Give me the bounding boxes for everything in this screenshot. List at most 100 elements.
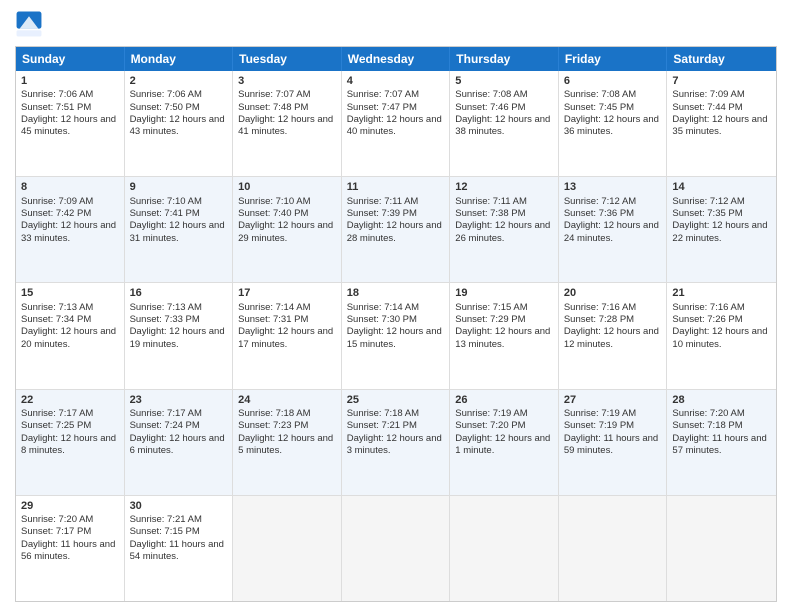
sunrise-label: Sunrise: 7:14 AM (238, 302, 310, 313)
sunset-label: Sunset: 7:24 PM (130, 420, 200, 431)
calendar-cell: 2 Sunrise: 7:06 AM Sunset: 7:50 PM Dayli… (125, 71, 234, 176)
daylight-label: Daylight: 11 hours and 57 minutes. (672, 433, 766, 456)
daylight-label: Daylight: 12 hours and 1 minute. (455, 433, 550, 456)
calendar-cell: 24 Sunrise: 7:18 AM Sunset: 7:23 PM Dayl… (233, 390, 342, 495)
day-number: 14 (672, 180, 771, 194)
calendar-cell: 4 Sunrise: 7:07 AM Sunset: 7:47 PM Dayli… (342, 71, 451, 176)
daylight-label: Daylight: 12 hours and 22 minutes. (672, 220, 767, 243)
daylight-label: Daylight: 12 hours and 10 minutes. (672, 326, 767, 349)
sunset-label: Sunset: 7:44 PM (672, 102, 742, 113)
calendar-cell: 20 Sunrise: 7:16 AM Sunset: 7:28 PM Dayl… (559, 283, 668, 388)
daylight-label: Daylight: 12 hours and 8 minutes. (21, 433, 116, 456)
day-number: 9 (130, 180, 228, 194)
sunrise-label: Sunrise: 7:11 AM (347, 196, 419, 207)
day-number: 19 (455, 286, 553, 300)
calendar-cell: 5 Sunrise: 7:08 AM Sunset: 7:46 PM Dayli… (450, 71, 559, 176)
daylight-label: Daylight: 12 hours and 36 minutes. (564, 114, 659, 137)
daylight-label: Daylight: 12 hours and 26 minutes. (455, 220, 550, 243)
calendar-cell: 10 Sunrise: 7:10 AM Sunset: 7:40 PM Dayl… (233, 177, 342, 282)
calendar-cell: 3 Sunrise: 7:07 AM Sunset: 7:48 PM Dayli… (233, 71, 342, 176)
sunset-label: Sunset: 7:20 PM (455, 420, 525, 431)
calendar-header-saturday: Saturday (667, 47, 776, 71)
sunset-label: Sunset: 7:48 PM (238, 102, 308, 113)
daylight-label: Daylight: 12 hours and 41 minutes. (238, 114, 333, 137)
sunset-label: Sunset: 7:39 PM (347, 208, 417, 219)
calendar-header-monday: Monday (125, 47, 234, 71)
calendar-header-wednesday: Wednesday (342, 47, 451, 71)
calendar-cell: 27 Sunrise: 7:19 AM Sunset: 7:19 PM Dayl… (559, 390, 668, 495)
sunrise-label: Sunrise: 7:09 AM (672, 89, 744, 100)
day-number: 5 (455, 74, 553, 88)
sunset-label: Sunset: 7:33 PM (130, 314, 200, 325)
daylight-label: Daylight: 12 hours and 29 minutes. (238, 220, 333, 243)
sunrise-label: Sunrise: 7:17 AM (130, 408, 202, 419)
sunrise-label: Sunrise: 7:10 AM (130, 196, 202, 207)
sunset-label: Sunset: 7:26 PM (672, 314, 742, 325)
daylight-label: Daylight: 12 hours and 6 minutes. (130, 433, 225, 456)
day-number: 10 (238, 180, 336, 194)
sunrise-label: Sunrise: 7:08 AM (455, 89, 527, 100)
day-number: 28 (672, 393, 771, 407)
calendar-cell: 14 Sunrise: 7:12 AM Sunset: 7:35 PM Dayl… (667, 177, 776, 282)
sunset-label: Sunset: 7:46 PM (455, 102, 525, 113)
sunrise-label: Sunrise: 7:10 AM (238, 196, 310, 207)
sunrise-label: Sunrise: 7:06 AM (130, 89, 202, 100)
calendar-cell: 1 Sunrise: 7:06 AM Sunset: 7:51 PM Dayli… (16, 71, 125, 176)
sunrise-label: Sunrise: 7:08 AM (564, 89, 636, 100)
daylight-label: Daylight: 11 hours and 59 minutes. (564, 433, 658, 456)
sunset-label: Sunset: 7:18 PM (672, 420, 742, 431)
daylight-label: Daylight: 12 hours and 17 minutes. (238, 326, 333, 349)
sunset-label: Sunset: 7:41 PM (130, 208, 200, 219)
calendar-row-4: 22 Sunrise: 7:17 AM Sunset: 7:25 PM Dayl… (16, 390, 776, 496)
daylight-label: Daylight: 12 hours and 35 minutes. (672, 114, 767, 137)
calendar-cell: 25 Sunrise: 7:18 AM Sunset: 7:21 PM Dayl… (342, 390, 451, 495)
sunset-label: Sunset: 7:30 PM (347, 314, 417, 325)
sunrise-label: Sunrise: 7:15 AM (455, 302, 527, 313)
sunrise-label: Sunrise: 7:19 AM (455, 408, 527, 419)
sunset-label: Sunset: 7:17 PM (21, 526, 91, 537)
calendar-cell: 29 Sunrise: 7:20 AM Sunset: 7:17 PM Dayl… (16, 496, 125, 601)
daylight-label: Daylight: 12 hours and 43 minutes. (130, 114, 225, 137)
calendar-cell (342, 496, 451, 601)
header (15, 10, 777, 38)
calendar-cell: 9 Sunrise: 7:10 AM Sunset: 7:41 PM Dayli… (125, 177, 234, 282)
sunset-label: Sunset: 7:50 PM (130, 102, 200, 113)
daylight-label: Daylight: 12 hours and 19 minutes. (130, 326, 225, 349)
sunset-label: Sunset: 7:28 PM (564, 314, 634, 325)
calendar-cell: 21 Sunrise: 7:16 AM Sunset: 7:26 PM Dayl… (667, 283, 776, 388)
day-number: 13 (564, 180, 662, 194)
page: SundayMondayTuesdayWednesdayThursdayFrid… (0, 0, 792, 612)
calendar-cell: 23 Sunrise: 7:17 AM Sunset: 7:24 PM Dayl… (125, 390, 234, 495)
day-number: 3 (238, 74, 336, 88)
sunrise-label: Sunrise: 7:11 AM (455, 196, 527, 207)
sunrise-label: Sunrise: 7:18 AM (347, 408, 419, 419)
sunset-label: Sunset: 7:35 PM (672, 208, 742, 219)
calendar-row-2: 8 Sunrise: 7:09 AM Sunset: 7:42 PM Dayli… (16, 177, 776, 283)
sunset-label: Sunset: 7:15 PM (130, 526, 200, 537)
calendar-header-friday: Friday (559, 47, 668, 71)
calendar-cell: 13 Sunrise: 7:12 AM Sunset: 7:36 PM Dayl… (559, 177, 668, 282)
sunset-label: Sunset: 7:51 PM (21, 102, 91, 113)
sunrise-label: Sunrise: 7:14 AM (347, 302, 419, 313)
day-number: 23 (130, 393, 228, 407)
sunrise-label: Sunrise: 7:20 AM (21, 514, 93, 525)
sunset-label: Sunset: 7:25 PM (21, 420, 91, 431)
calendar-header-tuesday: Tuesday (233, 47, 342, 71)
daylight-label: Daylight: 11 hours and 54 minutes. (130, 539, 224, 562)
day-number: 21 (672, 286, 771, 300)
calendar-body: 1 Sunrise: 7:06 AM Sunset: 7:51 PM Dayli… (16, 71, 776, 601)
day-number: 18 (347, 286, 445, 300)
day-number: 2 (130, 74, 228, 88)
sunrise-label: Sunrise: 7:09 AM (21, 196, 93, 207)
calendar-cell: 6 Sunrise: 7:08 AM Sunset: 7:45 PM Dayli… (559, 71, 668, 176)
sunset-label: Sunset: 7:21 PM (347, 420, 417, 431)
calendar-cell: 16 Sunrise: 7:13 AM Sunset: 7:33 PM Dayl… (125, 283, 234, 388)
daylight-label: Daylight: 12 hours and 38 minutes. (455, 114, 550, 137)
daylight-label: Daylight: 12 hours and 24 minutes. (564, 220, 659, 243)
day-number: 25 (347, 393, 445, 407)
general-blue-logo-icon (15, 10, 43, 38)
sunset-label: Sunset: 7:31 PM (238, 314, 308, 325)
sunrise-label: Sunrise: 7:21 AM (130, 514, 202, 525)
day-number: 8 (21, 180, 119, 194)
daylight-label: Daylight: 12 hours and 31 minutes. (130, 220, 225, 243)
